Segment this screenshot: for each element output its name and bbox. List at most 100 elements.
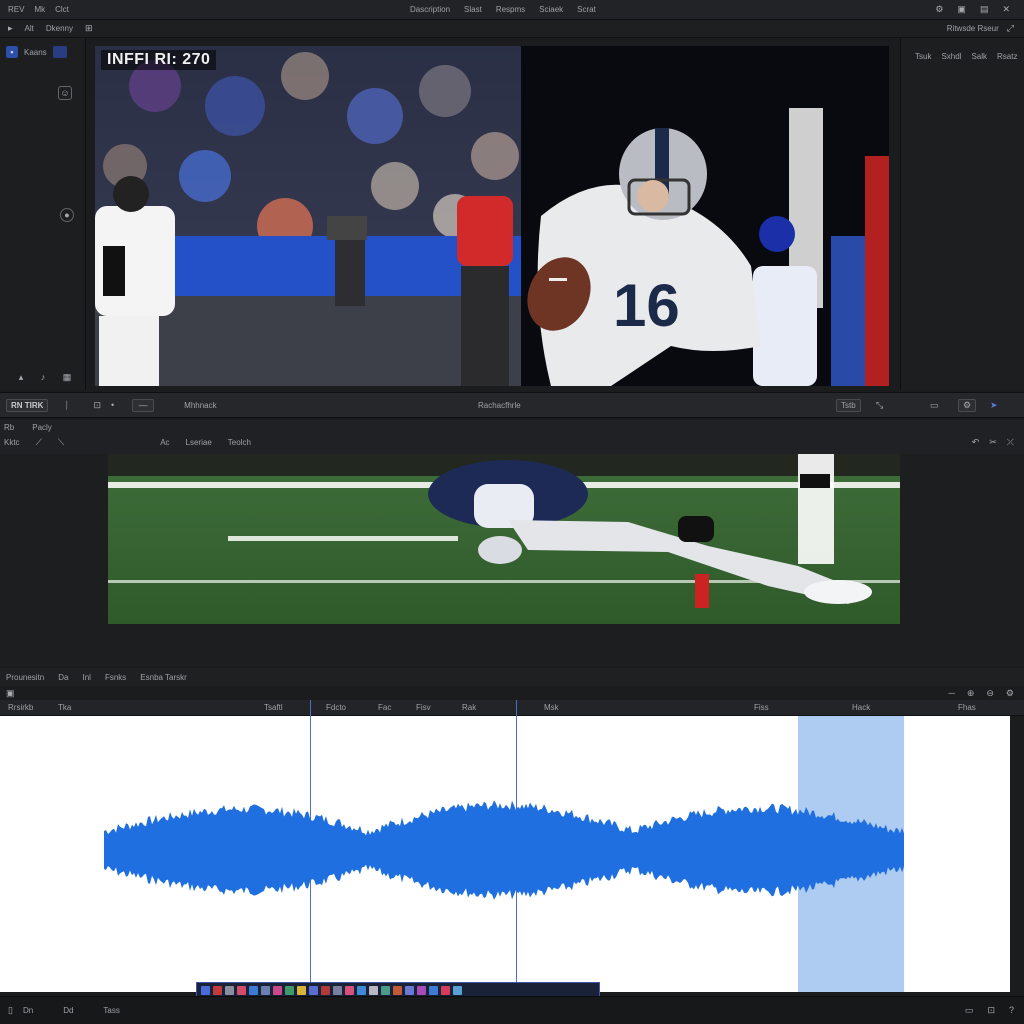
audio-tab-3[interactable]: Inl — [82, 673, 90, 682]
clip-thumbnail[interactable] — [273, 985, 282, 995]
audio-tools-row: ▣ ─ ⊕ ⊖ ⚙ — [0, 686, 1024, 700]
select-icon[interactable]: ⟍ — [58, 438, 64, 447]
step-icon[interactable]: • — [111, 400, 114, 410]
menu-item-slast[interactable]: Slast — [464, 5, 482, 14]
audio-icon[interactable]: ♪ — [36, 370, 50, 384]
status-item-2: Dd — [63, 1006, 74, 1015]
clip-thumbnail[interactable] — [285, 985, 294, 995]
menu-item-clct[interactable]: Clct — [55, 5, 69, 14]
loop-button[interactable]: ― — [132, 398, 155, 412]
inspector-tab-2[interactable]: Sxhdl — [941, 52, 961, 61]
mark-out-icon[interactable]: ⊡ — [93, 400, 101, 410]
clip-thumbnail[interactable] — [369, 985, 378, 995]
menu-item-rev[interactable]: REV — [8, 5, 24, 14]
inspector-panel: Tsuk Sxhdl Salk Rsatz — [900, 38, 1024, 390]
menu-item-description[interactable]: Dascription — [410, 5, 450, 14]
tools-tab[interactable]: ▪ Kaans — [6, 46, 67, 58]
audio-tab-1[interactable]: Prounesitn — [6, 673, 44, 682]
undo-icon[interactable]: ↶ — [972, 438, 980, 447]
clip-thumbnail[interactable] — [297, 985, 306, 995]
fit-icon[interactable]: ⤡ — [876, 400, 883, 410]
audio-waveform — [104, 800, 904, 900]
menu-item-respms[interactable]: Respms — [496, 5, 525, 14]
stadium-clip-frame: INFFI RI: 270 — [95, 46, 521, 386]
zoom-in-icon[interactable]: ⊕ — [967, 688, 975, 698]
folder-icon[interactable]: ▣ — [957, 5, 966, 14]
options-icon[interactable]: ⚙ — [1006, 688, 1014, 698]
timeline-label-lseriae: Lseriae — [185, 438, 212, 447]
inspector-tab-1[interactable]: Tsuk — [915, 52, 931, 61]
settings-icon[interactable]: ⚙ — [935, 5, 943, 14]
clip-thumbnail[interactable] — [381, 985, 390, 995]
menu-item-scrat[interactable]: Scrat — [577, 5, 596, 14]
clip-thumbnail[interactable] — [453, 985, 462, 995]
timecode-display[interactable]: RN TIRK — [6, 398, 49, 412]
zoom-control[interactable]: Tstb — [836, 398, 861, 412]
quarterback-image: 16 — [521, 46, 889, 386]
film-icon[interactable]: ▦ — [60, 370, 74, 384]
expand-icon[interactable]: ⤢ — [1007, 24, 1014, 33]
grid-icon[interactable]: ⊞ — [85, 24, 93, 33]
library-icon[interactable] — [52, 46, 67, 58]
toolbar-item-alt[interactable]: Alt — [25, 24, 34, 33]
clip-thumbnail[interactable] — [261, 985, 270, 995]
field-image — [108, 454, 900, 624]
cut-icon[interactable]: ✂ — [989, 438, 997, 447]
snap-icon[interactable]: ⤫ — [1007, 438, 1014, 447]
close-icon[interactable]: ✕ — [1002, 5, 1010, 14]
jersey-number-graphic: 16 — [613, 272, 680, 339]
ruler-label: Fiss — [754, 703, 769, 712]
clip-thumbnail[interactable] — [441, 985, 450, 995]
mark-in-icon[interactable]: ⎸ — [66, 400, 75, 410]
razor-icon[interactable]: ⟋ — [36, 438, 42, 447]
menu-item-mk[interactable]: Mk — [34, 5, 45, 14]
transport-label-left: Mhhnack — [184, 400, 217, 410]
transport-bar: RN TIRK ⎸ ⊡ • ― Mhhnack Rachacfhrle Tstb… — [0, 392, 1024, 418]
inspector-tab-3[interactable]: Salk — [971, 52, 987, 61]
toolbar-item-dkenny[interactable]: Dkenny — [46, 24, 73, 33]
fx-icon[interactable]: ▴ — [14, 370, 28, 384]
clip-thumbnail[interactable] — [429, 985, 438, 995]
ruler-label: Fac — [378, 703, 392, 712]
minimize-icon[interactable]: ▭ — [965, 1006, 974, 1015]
clip-thumbnail[interactable] — [309, 985, 318, 995]
clip-thumbnail[interactable] — [393, 985, 402, 995]
audio-tab-4[interactable]: Fsnks — [105, 673, 126, 682]
safe-area-icon[interactable]: ▭ — [930, 400, 939, 410]
waveform-view-icon[interactable]: ▣ — [6, 688, 15, 698]
program-viewer[interactable]: INFFI RI: 270 16 — [95, 46, 889, 386]
audio-tab-5[interactable]: Esnba Tarskr — [140, 673, 187, 682]
help-icon[interactable]: ? — [1009, 1006, 1014, 1015]
person-icon[interactable]: ☺ — [58, 86, 72, 100]
clip-thumbnail[interactable] — [201, 985, 210, 995]
stadium-image — [95, 46, 521, 386]
audio-tab-2[interactable]: Da — [58, 673, 68, 682]
toolbar-workspace-label[interactable]: Ritwsde Rseur — [947, 24, 999, 33]
pointer-icon[interactable]: ➤ — [990, 400, 998, 410]
clip-thumbnail[interactable] — [213, 985, 222, 995]
clip-thumbnail[interactable] — [405, 985, 414, 995]
window-icon[interactable]: ▤ — [980, 5, 989, 14]
video-track-area[interactable] — [0, 454, 1024, 666]
fullscreen-icon[interactable]: ⊡ — [987, 1006, 995, 1015]
clip-thumbnail[interactable] — [249, 985, 258, 995]
score-overlay-title: INFFI RI: 270 — [101, 50, 217, 70]
volume-slider[interactable]: ─ — [948, 688, 954, 698]
field-clip-frame[interactable] — [108, 454, 900, 624]
settings-small-icon[interactable]: ⚙ — [958, 398, 977, 412]
clip-thumbnail[interactable] — [357, 985, 366, 995]
menu-item-sciaek[interactable]: Sciaek — [539, 5, 563, 14]
clip-thumbnail[interactable] — [237, 985, 246, 995]
clip-thumbnail[interactable] — [417, 985, 426, 995]
clip-thumbnail[interactable] — [321, 985, 330, 995]
clip-thumbnail[interactable] — [345, 985, 354, 995]
media-icon: ▪ — [6, 46, 18, 58]
record-icon[interactable]: ● — [60, 208, 74, 222]
waveform-panel[interactable] — [0, 700, 1010, 992]
status-icon-1[interactable]: ▯ — [8, 1006, 13, 1015]
clip-thumbnail[interactable] — [225, 985, 234, 995]
zoom-out-icon[interactable]: ⊖ — [986, 688, 994, 698]
clip-thumbnail[interactable] — [333, 985, 342, 995]
play-small-icon[interactable]: ▸ — [8, 24, 13, 33]
inspector-tab-4[interactable]: Rsatz — [997, 52, 1017, 61]
